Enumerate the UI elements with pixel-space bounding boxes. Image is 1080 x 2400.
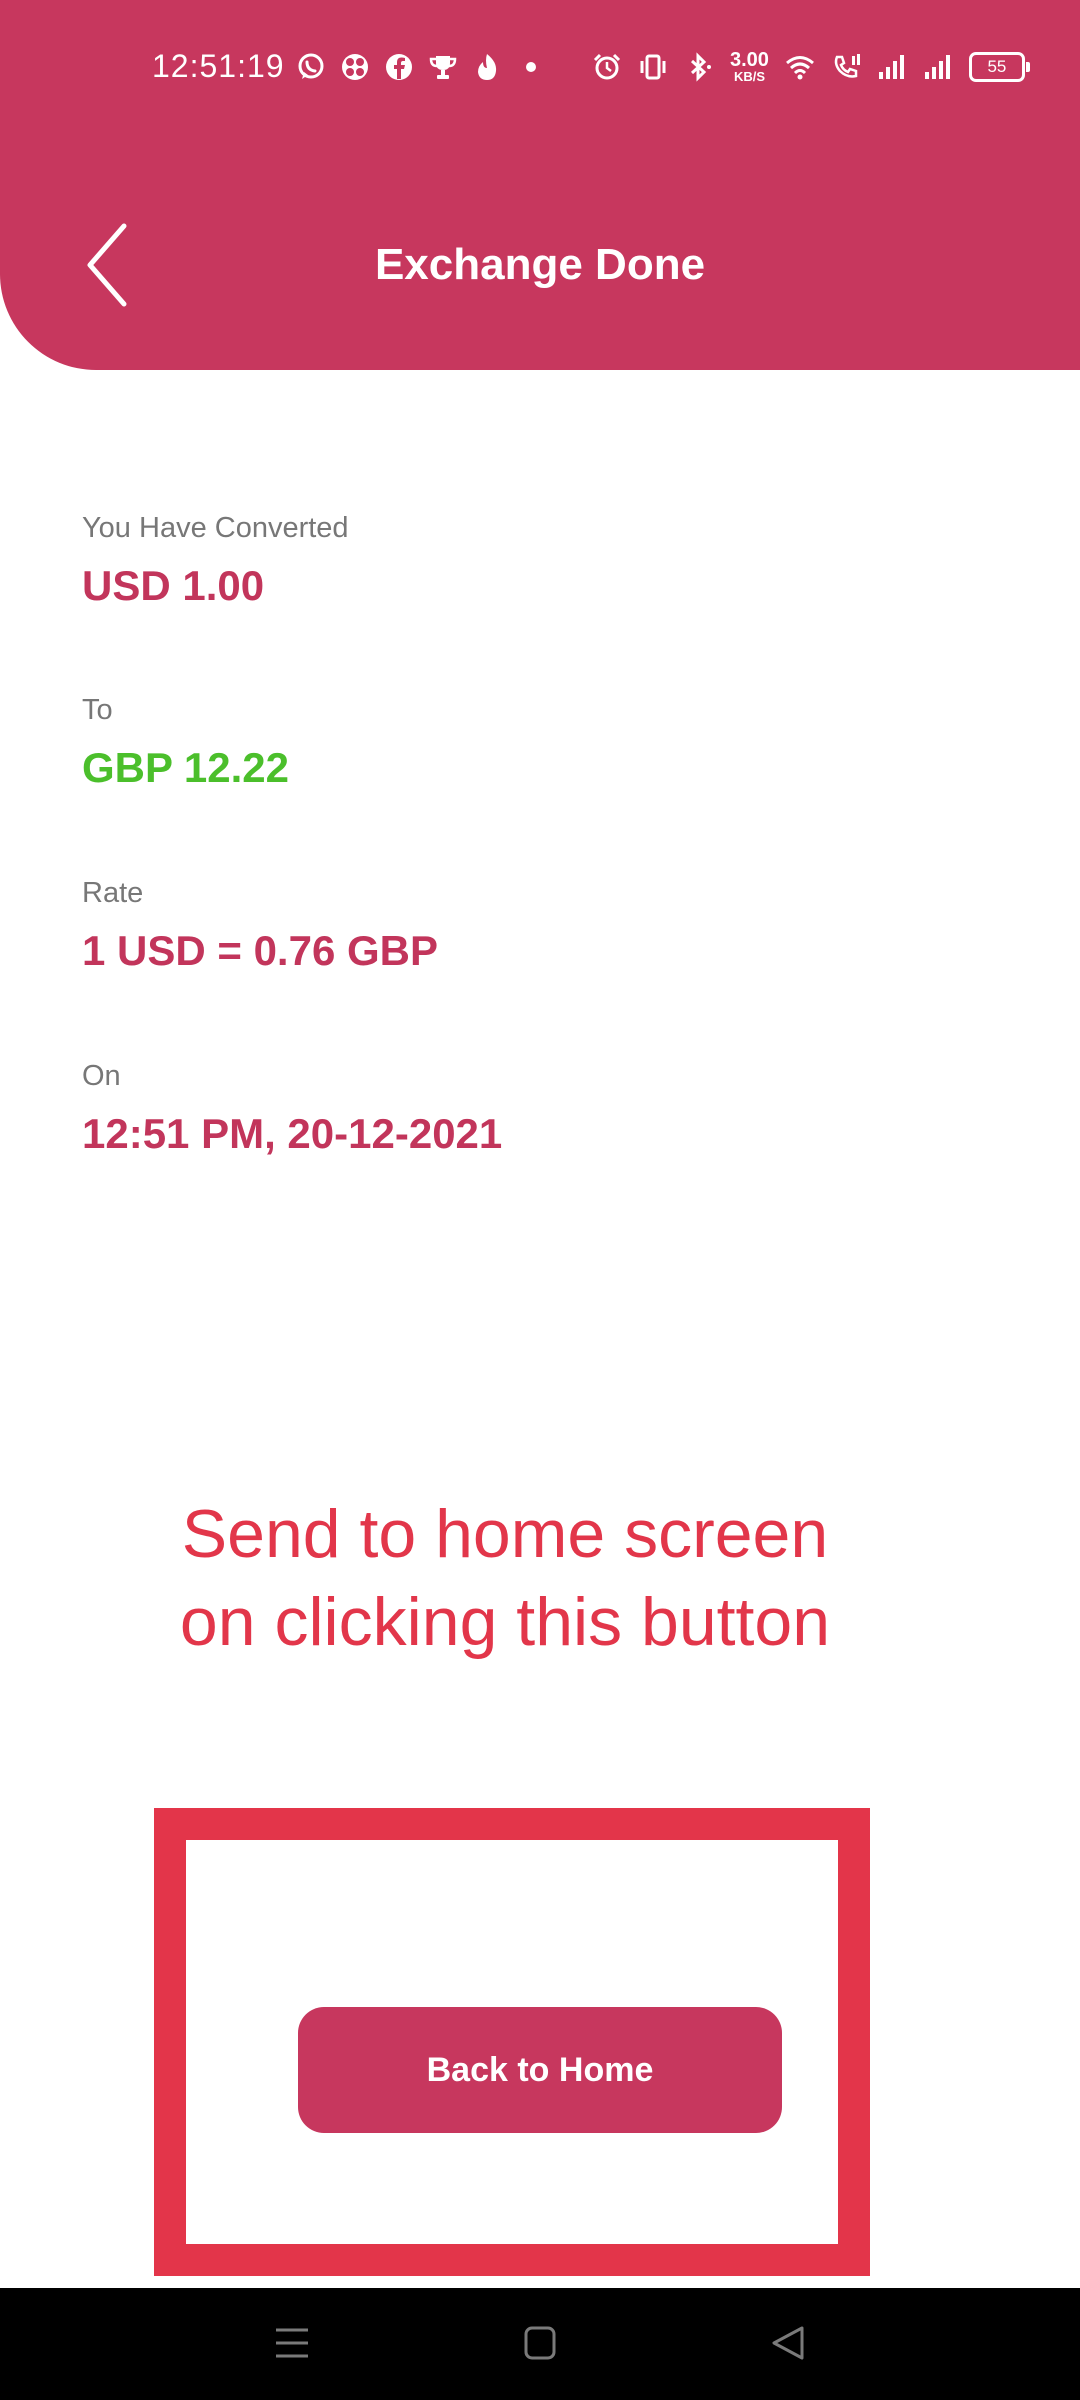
flame-icon	[478, 54, 497, 80]
wifi-calling-icon	[834, 53, 860, 78]
header: 12:51:19 3.00 KB/S 55 Exchange Done	[0, 0, 1080, 370]
signal-icon	[924, 54, 950, 79]
network-speed: 3.00 KB/S	[730, 50, 769, 83]
bluetooth-icon	[690, 51, 711, 82]
home-square-icon[interactable]	[510, 2318, 570, 2368]
network-speed-unit: KB/S	[733, 69, 765, 84]
system-navigation-bar	[0, 2288, 1080, 2400]
trophy-icon	[429, 56, 457, 79]
date-field: On 12:51 PM, 20-12-2021	[82, 1062, 502, 1155]
to-field: To GBP 12.22	[82, 696, 289, 789]
converted-label: You Have Converted	[82, 512, 349, 544]
notification-icons	[296, 52, 546, 82]
annotation-text: Send to home screen on clicking this but…	[0, 1490, 1010, 1666]
system-icons: 3.00 KB/S 55	[592, 50, 1030, 83]
converted-value: USD 1.00	[82, 562, 265, 609]
network-speed-value: 3.00	[730, 49, 769, 71]
menu-icon[interactable]	[262, 2318, 322, 2368]
battery-indicator: 55	[968, 51, 1030, 82]
back-triangle-icon[interactable]	[758, 2318, 818, 2368]
alarm-icon	[593, 53, 621, 79]
back-to-home-button[interactable]: Back to Home	[298, 2007, 782, 2133]
rate-field: Rate 1 USD = 0.76 GBP	[82, 879, 438, 972]
rate-label: Rate	[82, 877, 144, 909]
whatsapp-icon	[298, 53, 324, 79]
converted-field: You Have Converted USD 1.00	[82, 514, 349, 607]
to-label: To	[82, 694, 113, 726]
on-label: On	[82, 1060, 121, 1092]
annotation-line-2: on clicking this button	[179, 1584, 831, 1660]
status-bar: 12:51:19 3.00 KB/S 55	[0, 0, 1080, 140]
to-value: GBP 12.22	[82, 744, 290, 791]
exchange-done-screen: 12:51:19 3.00 KB/S 55 Exchange Done You …	[0, 0, 1080, 2400]
rate-value: 1 USD = 0.76 GBP	[82, 927, 438, 974]
facebook-icon	[386, 54, 412, 80]
vibrate-icon	[640, 54, 666, 79]
wifi-icon	[785, 55, 814, 79]
annotation-line-1: Send to home screen	[181, 1496, 829, 1572]
status-time: 12:51:19	[152, 48, 285, 84]
signal-icon	[878, 54, 904, 79]
dot-icon	[526, 62, 536, 72]
page-title: Exchange Done	[374, 240, 706, 289]
on-value: 12:51 PM, 20-12-2021	[82, 1110, 503, 1157]
pinwheel-icon	[342, 54, 368, 80]
